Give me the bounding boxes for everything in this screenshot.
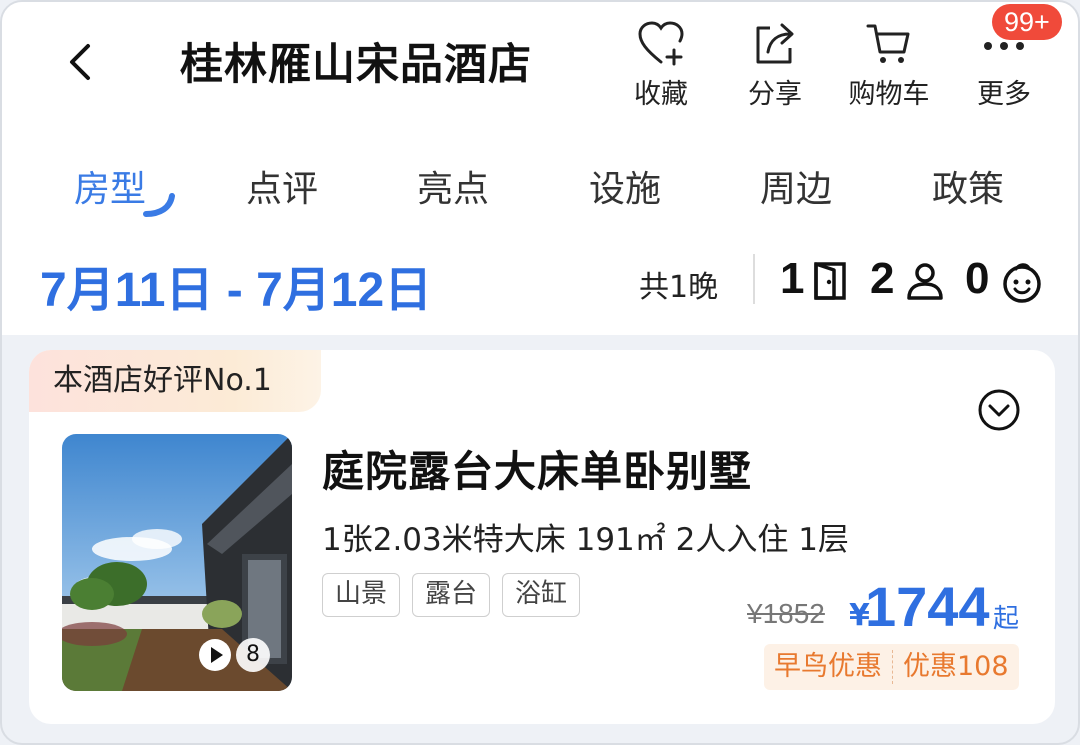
- room-tags: 山景 露台 浴缸: [322, 573, 581, 617]
- tab-policy[interactable]: 政策: [932, 160, 1004, 212]
- children-count[interactable]: 0: [965, 254, 989, 304]
- tab-reviews[interactable]: 点评: [246, 160, 318, 212]
- active-tab-indicator: [143, 193, 175, 217]
- adults-count[interactable]: 2: [870, 254, 894, 304]
- current-price: 1744: [865, 575, 990, 638]
- tab-facilities[interactable]: 设施: [589, 160, 661, 212]
- favorite-button[interactable]: 收藏: [616, 20, 706, 111]
- photo-count: 8: [236, 638, 270, 672]
- price-suffix: 起: [993, 604, 1020, 634]
- room-name: 庭院露台大床单卧别墅: [322, 447, 753, 496]
- cart-label: 购物车: [848, 79, 930, 110]
- video-indicator[interactable]: 8: [198, 638, 270, 672]
- tab-highlights[interactable]: 亮点: [417, 160, 489, 212]
- person-icon: [907, 263, 943, 300]
- heart-plus-icon: [638, 21, 684, 66]
- promo-discount: 优惠108: [903, 651, 1009, 682]
- promo-badge: 早鸟优惠 优惠108: [764, 644, 1019, 690]
- app-screen: 桂林雁山宋品酒店 收藏 分享 购物车 更多 99+ 房型 点评 亮点 设施 周边…: [0, 0, 1080, 745]
- original-price: ¥1852: [747, 598, 825, 629]
- page-title: 桂林雁山宋品酒店: [180, 40, 532, 90]
- promo-early-bird: 早鸟优惠: [774, 651, 882, 682]
- more-button[interactable]: 更多: [959, 28, 1049, 111]
- cart-button[interactable]: 购物车: [844, 20, 934, 111]
- tab-room-types[interactable]: 房型: [74, 160, 146, 212]
- rooms-count[interactable]: 1: [780, 254, 804, 304]
- door-icon: [814, 262, 846, 300]
- favorite-label: 收藏: [634, 79, 688, 110]
- share-label: 分享: [748, 79, 802, 110]
- more-label: 更多: [977, 79, 1031, 110]
- expand-chevron-icon[interactable]: [977, 388, 1021, 432]
- room-specs: 1张2.03米特大床 191㎡ 2人入住 1层: [322, 522, 849, 558]
- rank-badge: 本酒店好评No.1: [29, 350, 321, 412]
- notification-badge: 99+: [992, 4, 1062, 40]
- child-face-icon: [1003, 263, 1041, 303]
- play-icon: [199, 639, 231, 671]
- share-button[interactable]: 分享: [730, 20, 820, 111]
- chevron-left-icon: [70, 44, 90, 80]
- nights-count: 共1晚: [639, 270, 719, 305]
- share-icon: [756, 23, 794, 64]
- tag-terrace: 露台: [412, 573, 491, 617]
- tag-mountain-view: 山景: [322, 573, 401, 617]
- date-range[interactable]: 7月11日 - 7月12日: [40, 250, 432, 320]
- tag-bathtub: 浴缸: [502, 573, 581, 617]
- divider: [753, 254, 755, 304]
- back-button[interactable]: [60, 40, 104, 84]
- tab-nearby[interactable]: 周边: [760, 160, 832, 212]
- cart-icon: [866, 24, 910, 63]
